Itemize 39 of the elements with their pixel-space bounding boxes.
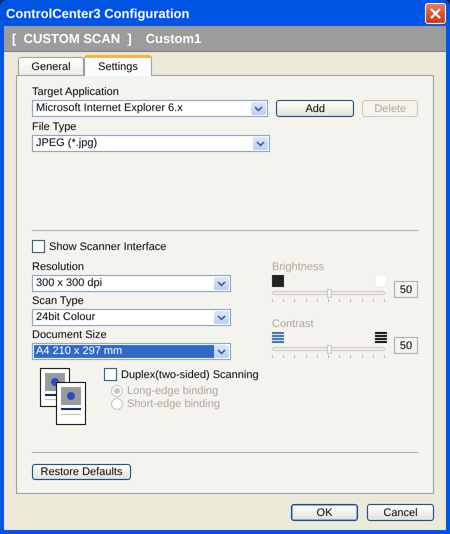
- checkbox-label: Show Scanner Interface: [49, 240, 166, 252]
- dropdown[interactable]: A4 210 x 297 mm: [32, 343, 231, 360]
- stripes-icon: [272, 332, 284, 343]
- radio-label: Long-edge binding: [127, 385, 218, 397]
- restore-defaults-button[interactable]: Restore Defaults: [32, 464, 131, 480]
- chevron-down-icon: [217, 280, 226, 286]
- chevron-down-icon: [217, 314, 226, 320]
- radio-label: Short-edge binding: [127, 398, 220, 410]
- cancel-button[interactable]: Cancel: [367, 504, 434, 521]
- window-title: ControlCenter3 Configuration: [6, 6, 190, 20]
- field-label: File Type: [32, 121, 78, 133]
- header-category: [ CUSTOM SCAN ]: [12, 31, 132, 46]
- field-label: Document Size: [32, 329, 108, 341]
- chevron-down-icon: [254, 106, 264, 112]
- field-label: Scan Type: [32, 295, 85, 307]
- tab[interactable]: General: [18, 57, 84, 75]
- value-box: 50: [394, 337, 418, 354]
- chevron-down-icon: [217, 348, 226, 354]
- dropdown[interactable]: Microsoft Internet Explorer 6.x: [32, 100, 268, 117]
- stripes-icon: [375, 332, 387, 343]
- dropdown[interactable]: JPEG (*.jpg): [32, 135, 270, 152]
- dropdown[interactable]: 24bit Colour: [32, 309, 231, 326]
- header-name: Custom1: [146, 31, 202, 46]
- field-label: Target Application: [32, 86, 120, 98]
- dropdown[interactable]: 300 x 300 dpi: [32, 275, 231, 292]
- close-button[interactable]: [425, 2, 446, 24]
- add-button[interactable]: Add: [276, 100, 354, 117]
- value-box: 50: [394, 281, 418, 298]
- checkbox[interactable]: [104, 368, 117, 381]
- checkbox-label: Duplex(two-sided) Scanning: [121, 368, 259, 380]
- tab[interactable]: Settings: [84, 55, 152, 76]
- ok-button[interactable]: OK: [291, 504, 358, 521]
- close-icon: [430, 8, 441, 18]
- slider-label: Brightness: [272, 261, 325, 273]
- brightness-low-icon: [272, 275, 284, 287]
- slider-label: Contrast: [272, 318, 315, 330]
- checkbox[interactable]: [32, 240, 45, 253]
- field-label: Resolution: [32, 261, 85, 273]
- chevron-down-icon: [256, 140, 265, 146]
